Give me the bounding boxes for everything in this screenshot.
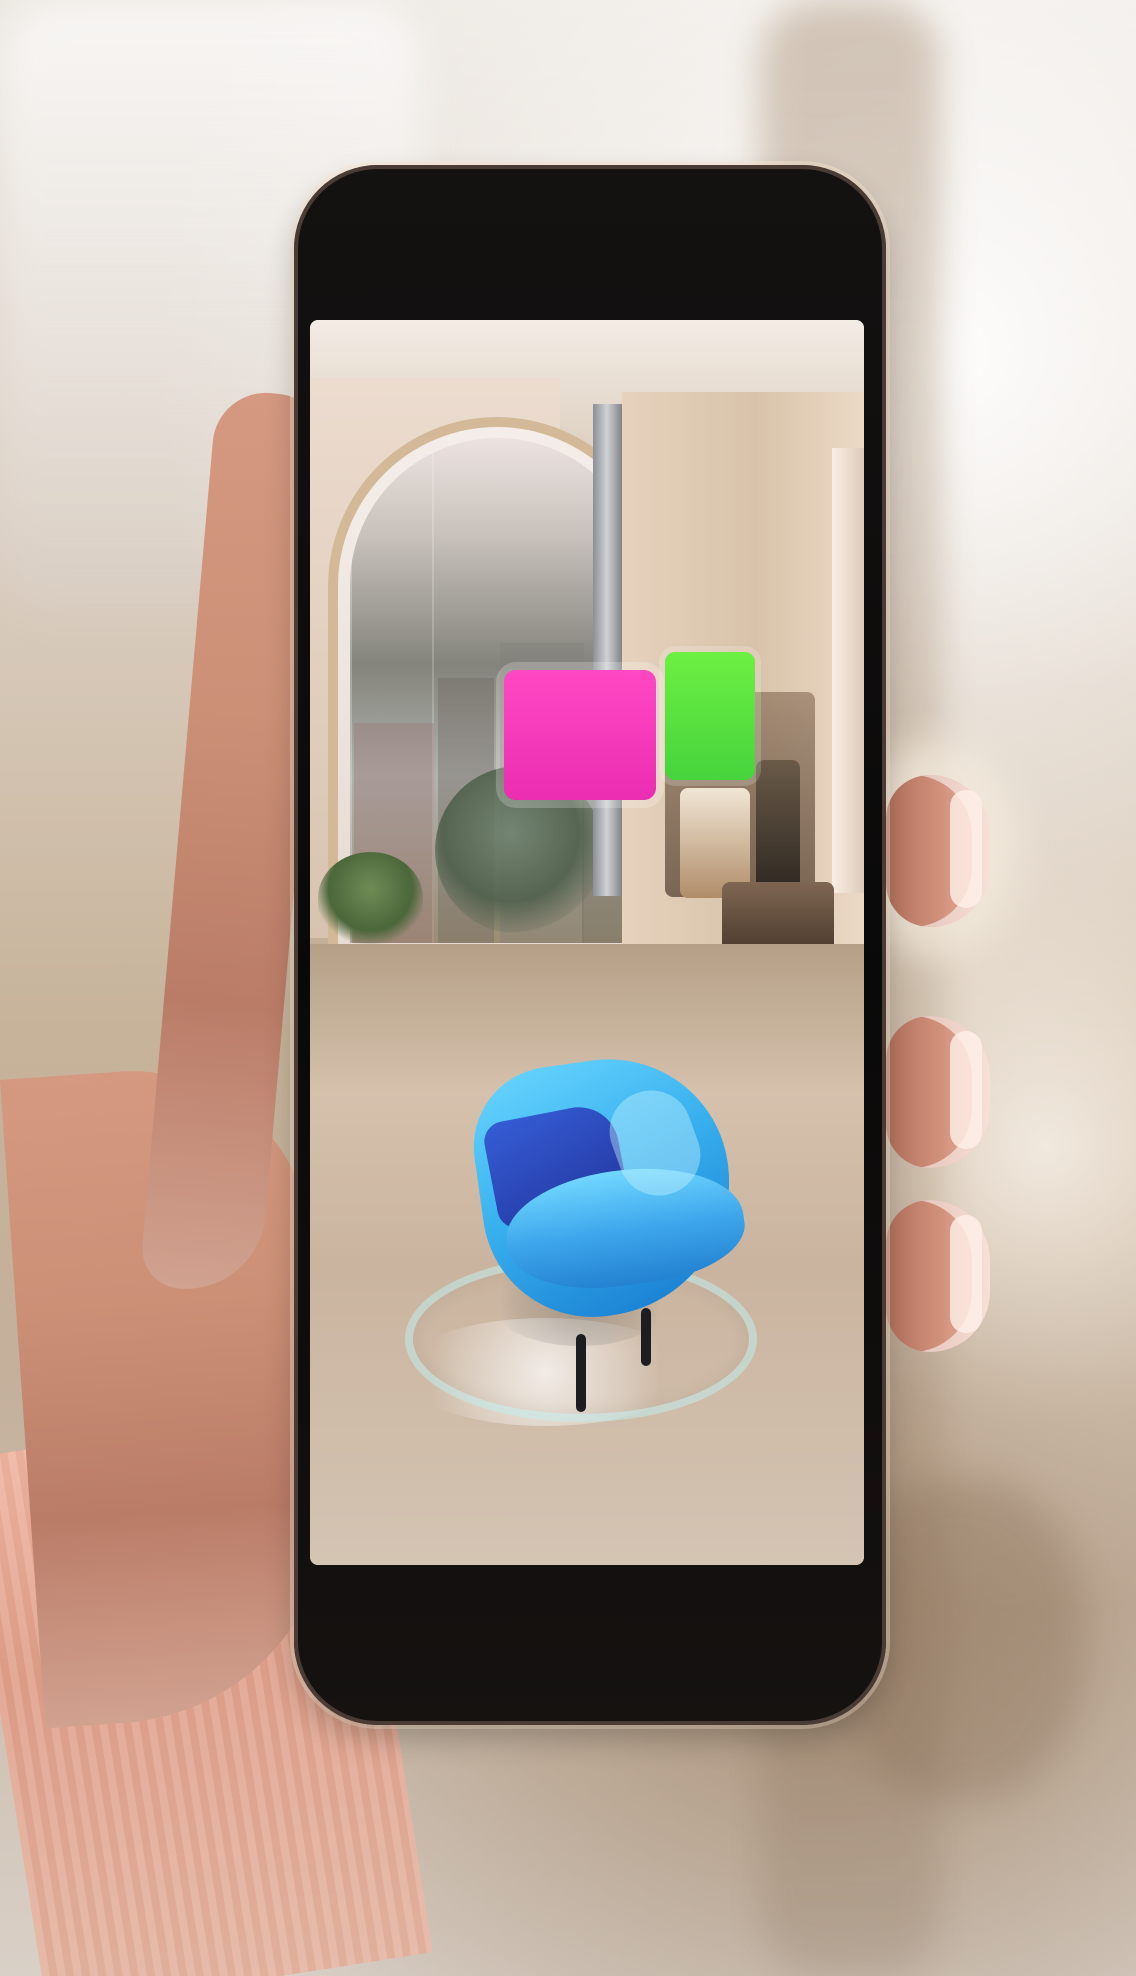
finger-2 <box>886 1016 990 1168</box>
room-pillar <box>593 404 623 896</box>
phone-screen <box>310 320 864 1565</box>
shelf-item-2 <box>756 760 800 898</box>
door-frame <box>832 448 864 893</box>
pink-ar-card <box>504 670 656 800</box>
chair-leg-front <box>576 1334 586 1412</box>
window-plant <box>318 852 423 944</box>
green-ar-card <box>665 652 755 780</box>
photo-scene <box>0 0 1136 1976</box>
finger-3 <box>886 1200 990 1352</box>
finger-1 <box>886 775 990 927</box>
chair-leg-back <box>641 1308 651 1366</box>
